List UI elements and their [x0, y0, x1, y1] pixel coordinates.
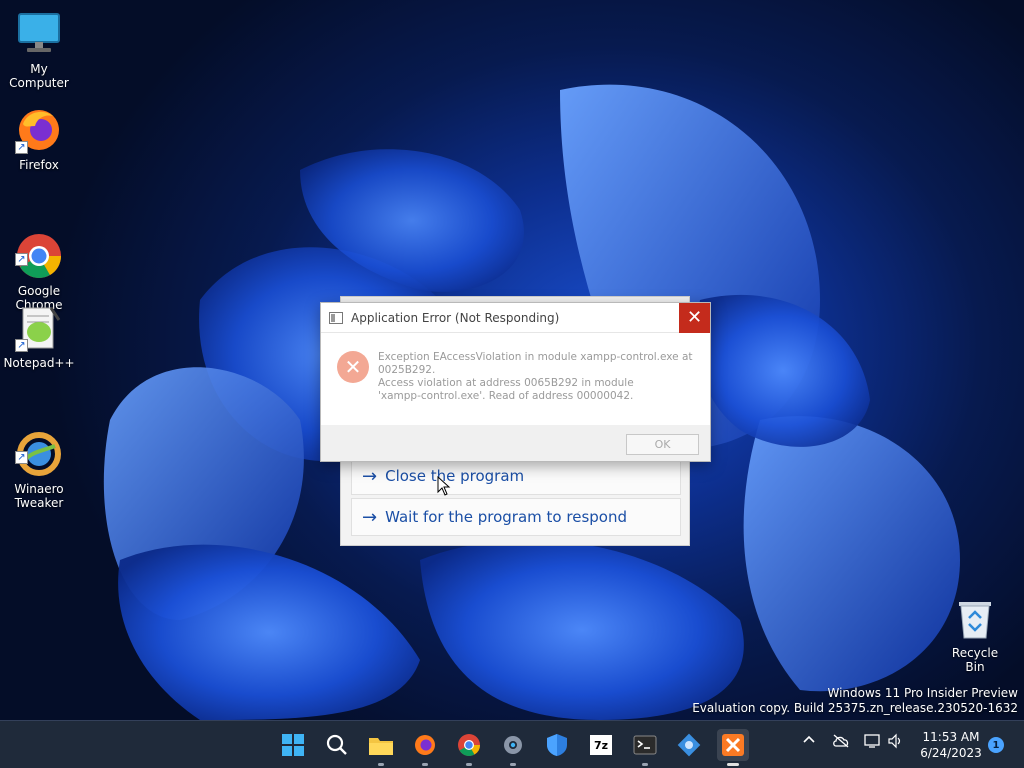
error-message-line-1: Exception EAccessViolation in module xam… [378, 351, 693, 363]
terminal-taskbar-button[interactable] [629, 729, 661, 766]
recycle-bin-label: Recycle Bin [951, 646, 999, 674]
dialog-titlebar[interactable]: Application Error (Not Responding) ✕ [321, 302, 710, 333]
running-indicator [727, 763, 739, 766]
desktop-icon-label: Winaero Tweaker [14, 482, 64, 510]
clock-time: 11:53 AM [922, 730, 980, 744]
wait-program-option[interactable]: → Wait for the program to respond [351, 498, 681, 536]
7zip-label: 7z [593, 738, 609, 752]
chrome-icon [458, 734, 480, 756]
desktop-icon-winaero-tweaker[interactable]: ↗ Winaero Tweaker [0, 402, 78, 524]
7zip-icon: 7z [590, 735, 612, 755]
desktop-icon-label: My Computer [9, 62, 69, 90]
terminal-icon [633, 735, 657, 755]
monitor-icon [15, 10, 63, 58]
notepad-plus-plus-icon: ↗ [15, 304, 63, 352]
desktop-icon-label: Firefox [19, 158, 59, 172]
settings-gear-icon [504, 736, 522, 754]
windows-start-icon [282, 734, 304, 756]
winaero-tweaker-icon [677, 733, 701, 757]
windows-watermark: Windows 11 Pro Insider Preview Evaluatio… [692, 686, 1018, 716]
close-program-label: Close the program [385, 467, 525, 485]
security-taskbar-button[interactable] [541, 729, 573, 761]
dialog-body: ✕ Exception EAccessViolation in module x… [321, 333, 710, 425]
network-icon[interactable] [864, 733, 880, 753]
running-indicator [466, 763, 472, 766]
watermark-line-1: Windows 11 Pro Insider Preview [827, 686, 1018, 700]
running-indicator [422, 763, 428, 766]
error-message-line-2: 0025B292. [378, 364, 436, 376]
firefox-icon [415, 735, 435, 755]
search-button[interactable] [321, 729, 353, 761]
onedrive-offline-icon[interactable] [832, 734, 850, 752]
close-program-option[interactable]: → Close the program [351, 457, 681, 495]
xampp-taskbar-button[interactable] [717, 729, 749, 766]
firefox-icon: ↗ [15, 106, 63, 154]
desktop-icon-notepad-plus-plus[interactable]: ↗ Notepad++ [0, 304, 78, 370]
close-button[interactable]: ✕ [679, 302, 710, 333]
desktop-icon-my-computer[interactable]: My Computer [0, 10, 78, 90]
error-icon: ✕ [337, 351, 369, 383]
shortcut-arrow-icon: ↗ [15, 253, 28, 266]
settings-taskbar-button[interactable] [497, 729, 529, 766]
chrome-taskbar-button[interactable] [453, 729, 485, 766]
shield-icon [547, 734, 567, 756]
shortcut-arrow-icon: ↗ [15, 141, 28, 154]
running-indicator [510, 763, 516, 766]
show-hidden-icons-chevron-up-icon[interactable] [802, 733, 816, 751]
system-clock[interactable]: 11:53 AM 6/24/2023 [916, 729, 986, 761]
firefox-taskbar-button[interactable] [409, 729, 441, 766]
search-icon [326, 734, 347, 755]
file-explorer-icon [369, 738, 393, 755]
arrow-right-icon: → [362, 506, 378, 528]
xampp-icon [722, 734, 744, 756]
volume-icon[interactable] [887, 733, 903, 753]
shortcut-arrow-icon: ↗ [15, 339, 28, 352]
dialog-title: Application Error (Not Responding) [351, 310, 560, 325]
7zip-taskbar-button[interactable]: 7z [585, 729, 617, 761]
winaero-taskbar-button[interactable] [673, 729, 705, 761]
arrow-right-icon: → [362, 465, 378, 487]
ok-button[interactable]: OK [626, 434, 699, 455]
taskbar: 7z 11:53 AM 6/24/2023 1 [0, 720, 1024, 768]
application-error-dialog: Application Error (Not Responding) ✕ ✕ E… [320, 302, 711, 462]
watermark-line-2: Evaluation copy. Build 25375.zn_release.… [692, 701, 1018, 715]
mouse-cursor-icon [437, 476, 451, 496]
wait-program-label: Wait for the program to respond [385, 508, 627, 526]
running-indicator [378, 763, 384, 766]
notification-badge[interactable]: 1 [988, 737, 1004, 753]
clock-date: 6/24/2023 [920, 746, 982, 760]
desktop-icon-label: Notepad++ [3, 356, 75, 370]
file-explorer-button[interactable] [365, 729, 397, 766]
desktop-icon-firefox[interactable]: ↗ Firefox [0, 106, 78, 172]
error-message-line-4: 'xampp-control.exe'. Read of address 000… [378, 390, 634, 402]
shortcut-arrow-icon: ↗ [15, 451, 28, 464]
start-button[interactable] [277, 729, 309, 761]
application-window-icon [329, 311, 343, 324]
recycle-bin-icon [955, 596, 995, 640]
winaero-tweaker-icon: ↗ [15, 416, 63, 476]
desktop-icon-recycle-bin[interactable]: Recycle Bin [942, 596, 1008, 674]
error-message-line-3: Access violation at address 0065B292 in … [378, 377, 634, 389]
chrome-icon: ↗ [15, 218, 63, 278]
running-indicator [642, 763, 648, 766]
error-message: Exception EAccessViolation in module xam… [378, 351, 698, 403]
